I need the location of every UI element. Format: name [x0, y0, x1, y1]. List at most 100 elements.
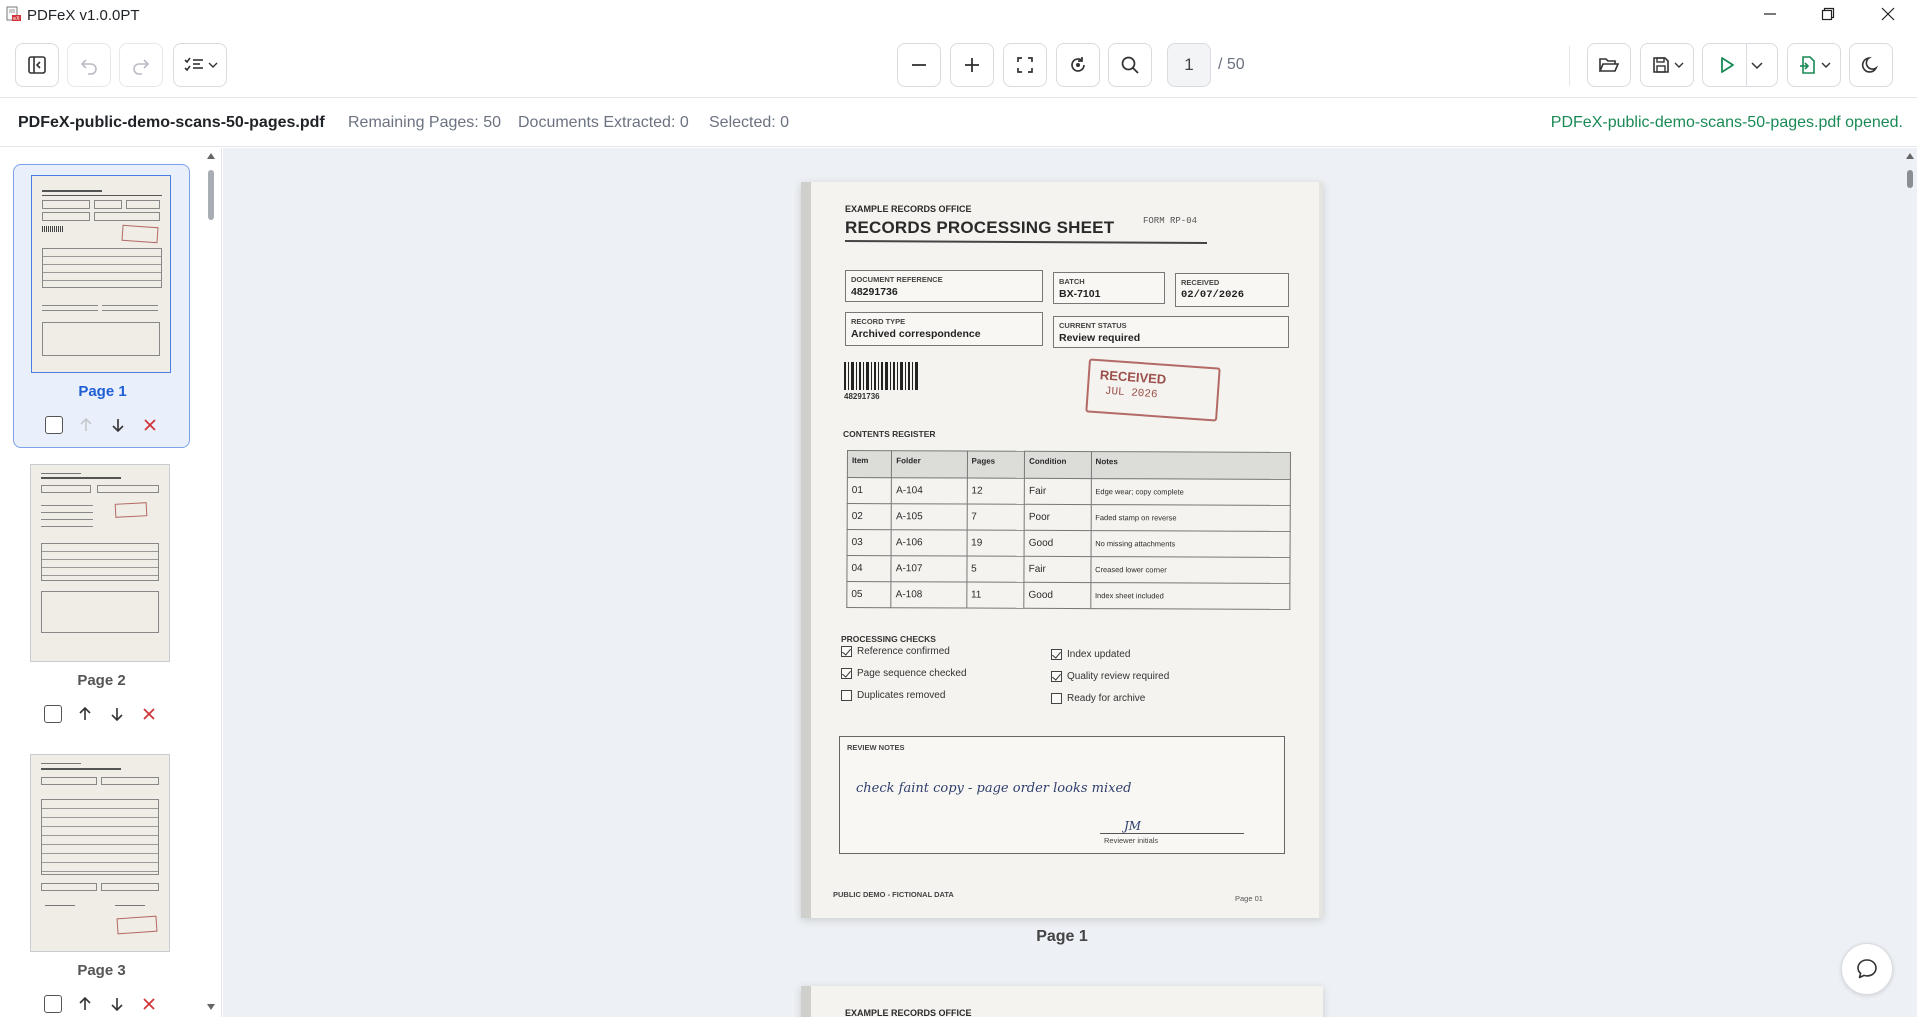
select-page-checkbox[interactable] [45, 416, 63, 434]
field-value: BX-7101 [1059, 288, 1101, 300]
delete-page-icon[interactable] [141, 416, 159, 434]
export-menu-button[interactable] [1787, 43, 1841, 87]
check-item: Reference confirmed [841, 646, 950, 657]
handwritten-note: check faint copy - page order looks mixe… [856, 781, 1132, 796]
pdf-page-1[interactable]: EXAMPLE RECORDS OFFICE RECORDS PROCESSIN… [801, 182, 1323, 918]
thumbnail-image[interactable] [30, 754, 170, 952]
check-item: Index updated [1051, 649, 1130, 660]
select-page-checkbox[interactable] [44, 705, 62, 723]
contents-register-table: Item Folder Pages Condition Notes 01 A-104 12 F… [846, 450, 1291, 610]
delete-page-icon[interactable] [140, 995, 158, 1013]
table-cell: 05 [846, 581, 892, 608]
move-down-icon[interactable] [108, 995, 126, 1013]
play-icon [1721, 57, 1734, 73]
table-header-cell: Item [847, 450, 892, 478]
check-item: Duplicates removed [841, 690, 945, 701]
checkbox-mark [1051, 671, 1062, 682]
fullscreen-icon [1017, 57, 1033, 73]
table-header-cell: Pages [966, 451, 1025, 479]
viewer-scrollbar[interactable] [1903, 148, 1917, 1017]
checkbox-mark [1051, 693, 1062, 704]
table-cell: A-105 [891, 503, 967, 531]
undo-icon [80, 59, 97, 75]
field-value: Archived correspondence [851, 328, 981, 340]
moon-icon [1861, 56, 1879, 73]
folder-open-icon [1598, 58, 1620, 72]
field-record-type: RECORD TYPE Archived correspondence [845, 312, 1043, 346]
chat-button[interactable] [1841, 943, 1893, 995]
selection-menu-button[interactable] [173, 43, 227, 87]
move-up-icon[interactable] [76, 995, 94, 1013]
processing-checks: Reference confirmed Page sequence checke… [841, 646, 1301, 716]
thumbnail-sidebar[interactable]: Page 1 Page 2 Page 3 [0, 148, 222, 1017]
redo-button[interactable] [119, 43, 163, 87]
minimize-button[interactable] [1742, 0, 1798, 28]
run-options-dropdown[interactable] [1750, 58, 1764, 76]
toggle-sidebar-button[interactable] [15, 43, 59, 87]
save-menu-button[interactable] [1640, 43, 1694, 87]
minimize-icon [1764, 13, 1776, 15]
thumbnail-image[interactable] [31, 175, 171, 373]
thumbnail-page-2[interactable]: Page 2 [13, 454, 190, 738]
check-label: Reference confirmed [857, 646, 950, 657]
table-header-row: Item Folder Pages Condition Notes [847, 450, 1291, 480]
pdf-page-2[interactable]: EXAMPLE RECORDS OFFICE [801, 986, 1323, 1017]
table-cell: Good [1023, 582, 1091, 609]
sidebar-scrollbar[interactable] [205, 148, 217, 1017]
scroll-up-arrow-icon[interactable] [1905, 152, 1915, 160]
doc-office: EXAMPLE RECORDS OFFICE [845, 204, 972, 214]
table-cell: No missing attachments [1090, 530, 1291, 558]
thumbnail-label: Page 3 [77, 962, 126, 979]
redo-icon [133, 59, 150, 75]
thumbnail-page-1[interactable]: Page 1 [13, 164, 190, 448]
viewer-scrollbar-thumb[interactable] [1907, 170, 1913, 188]
table-cell: 04 [846, 555, 892, 582]
move-down-icon[interactable] [108, 705, 126, 723]
table-header-cell: Condition [1024, 451, 1092, 479]
split-divider [1746, 44, 1747, 86]
open-file-button[interactable] [1587, 43, 1631, 87]
delete-page-icon[interactable] [140, 705, 158, 723]
check-item: Ready for archive [1051, 693, 1145, 704]
table-row: 03 A-106 19 Good No missing attachments [847, 529, 1291, 558]
table-cell: A-108 [891, 581, 967, 609]
close-window-button[interactable] [1860, 0, 1916, 28]
fit-page-button[interactable] [1003, 43, 1047, 87]
sidebar-scrollbar-thumb[interactable] [208, 170, 214, 220]
table-row: 01 A-104 12 Fair Edge wear; copy complete [847, 477, 1291, 506]
select-page-checkbox[interactable] [44, 995, 62, 1013]
chevron-down-icon [1674, 62, 1683, 68]
field-label: RECEIVED [1181, 278, 1220, 287]
zoom-out-button[interactable] [897, 43, 941, 87]
move-down-icon[interactable] [109, 416, 127, 434]
run-extraction-button[interactable] [1702, 43, 1778, 87]
field-label: BATCH [1059, 277, 1085, 286]
move-up-icon[interactable] [77, 416, 95, 434]
thumbnail-image[interactable] [30, 464, 170, 662]
field-value: 48291736 [851, 286, 898, 298]
chevron-down-icon [208, 62, 217, 68]
scroll-up-arrow-icon[interactable] [206, 152, 216, 160]
field-received: RECEIVED 02/07/2026 [1175, 273, 1289, 307]
thumbnail-page-3[interactable]: Page 3 [13, 744, 190, 1017]
doc-title-rule [844, 240, 1208, 244]
field-label: CURRENT STATUS [1059, 321, 1127, 330]
undo-button[interactable] [67, 43, 111, 87]
theme-toggle-button[interactable] [1849, 43, 1893, 87]
scroll-down-arrow-icon[interactable] [206, 1003, 216, 1011]
check-label: Quality review required [1067, 671, 1170, 682]
document-viewer[interactable]: EXAMPLE RECORDS OFFICE RECORDS PROCESSIN… [223, 148, 1917, 1017]
move-up-icon[interactable] [76, 705, 94, 723]
reset-zoom-button[interactable] [1056, 43, 1100, 87]
field-label: DOCUMENT REFERENCE [851, 275, 943, 284]
close-icon [1881, 7, 1895, 21]
table-cell: 5 [966, 556, 1025, 583]
table-cell: Index sheet included [1090, 582, 1290, 610]
search-button[interactable] [1108, 43, 1152, 87]
svg-text:eX: eX [13, 16, 20, 22]
page-number-input[interactable] [1167, 43, 1211, 87]
field-current-status: CURRENT STATUS Review required [1053, 316, 1289, 348]
restore-button[interactable] [1800, 0, 1856, 28]
zoom-in-button[interactable] [950, 43, 994, 87]
table-cell: Edge wear; copy complete [1090, 478, 1291, 506]
